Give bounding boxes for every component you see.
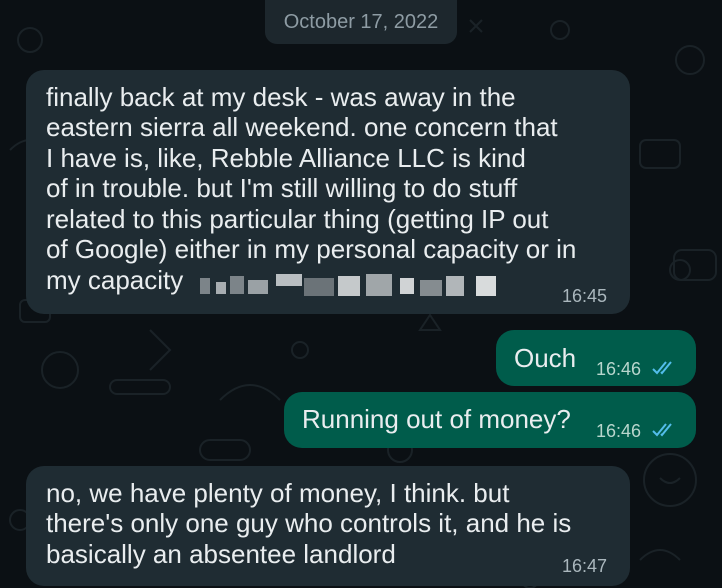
outgoing-message-bubble[interactable]: Running out of money? 16:46 — [284, 392, 696, 448]
message-line: of in trouble. but I'm still willing to … — [46, 173, 518, 203]
message-timestamp: 16:46 — [596, 421, 642, 441]
message-line: finally back at my desk - was away in th… — [46, 82, 516, 112]
outgoing-message-bubble[interactable]: Ouch 16:46 — [496, 330, 696, 386]
date-separator: October 17, 2022 — [265, 0, 457, 44]
message-line: basically an absentee landlord — [46, 539, 396, 569]
read-receipt-icon — [652, 423, 672, 437]
message-line: there's only one guy who controls it, an… — [46, 508, 572, 538]
message-line: of Google) either in my personal capacit… — [46, 234, 577, 264]
message-timestamp: 16:45 — [562, 286, 608, 306]
incoming-message-bubble[interactable]: no, we have plenty of money, I think. bu… — [26, 466, 630, 586]
message-text: Ouch — [514, 343, 577, 373]
message-timestamp: 16:47 — [562, 556, 608, 576]
incoming-message-bubble[interactable]: finally back at my desk - was away in th… — [26, 70, 630, 314]
message-text: Running out of money? — [302, 404, 571, 434]
message-line: eastern sierra all weekend. one concern … — [46, 112, 558, 142]
message-timestamp: 16:46 — [596, 359, 642, 379]
message-line: no, we have plenty of money, I think. bu… — [46, 478, 510, 508]
message-line: related to this particular thing (gettin… — [46, 204, 549, 234]
read-receipt-icon — [652, 361, 672, 375]
message-line: my capacity — [46, 265, 184, 295]
message-line: I have is, like, Rebble Alliance LLC is … — [46, 143, 526, 173]
redacted-text — [200, 274, 496, 296]
